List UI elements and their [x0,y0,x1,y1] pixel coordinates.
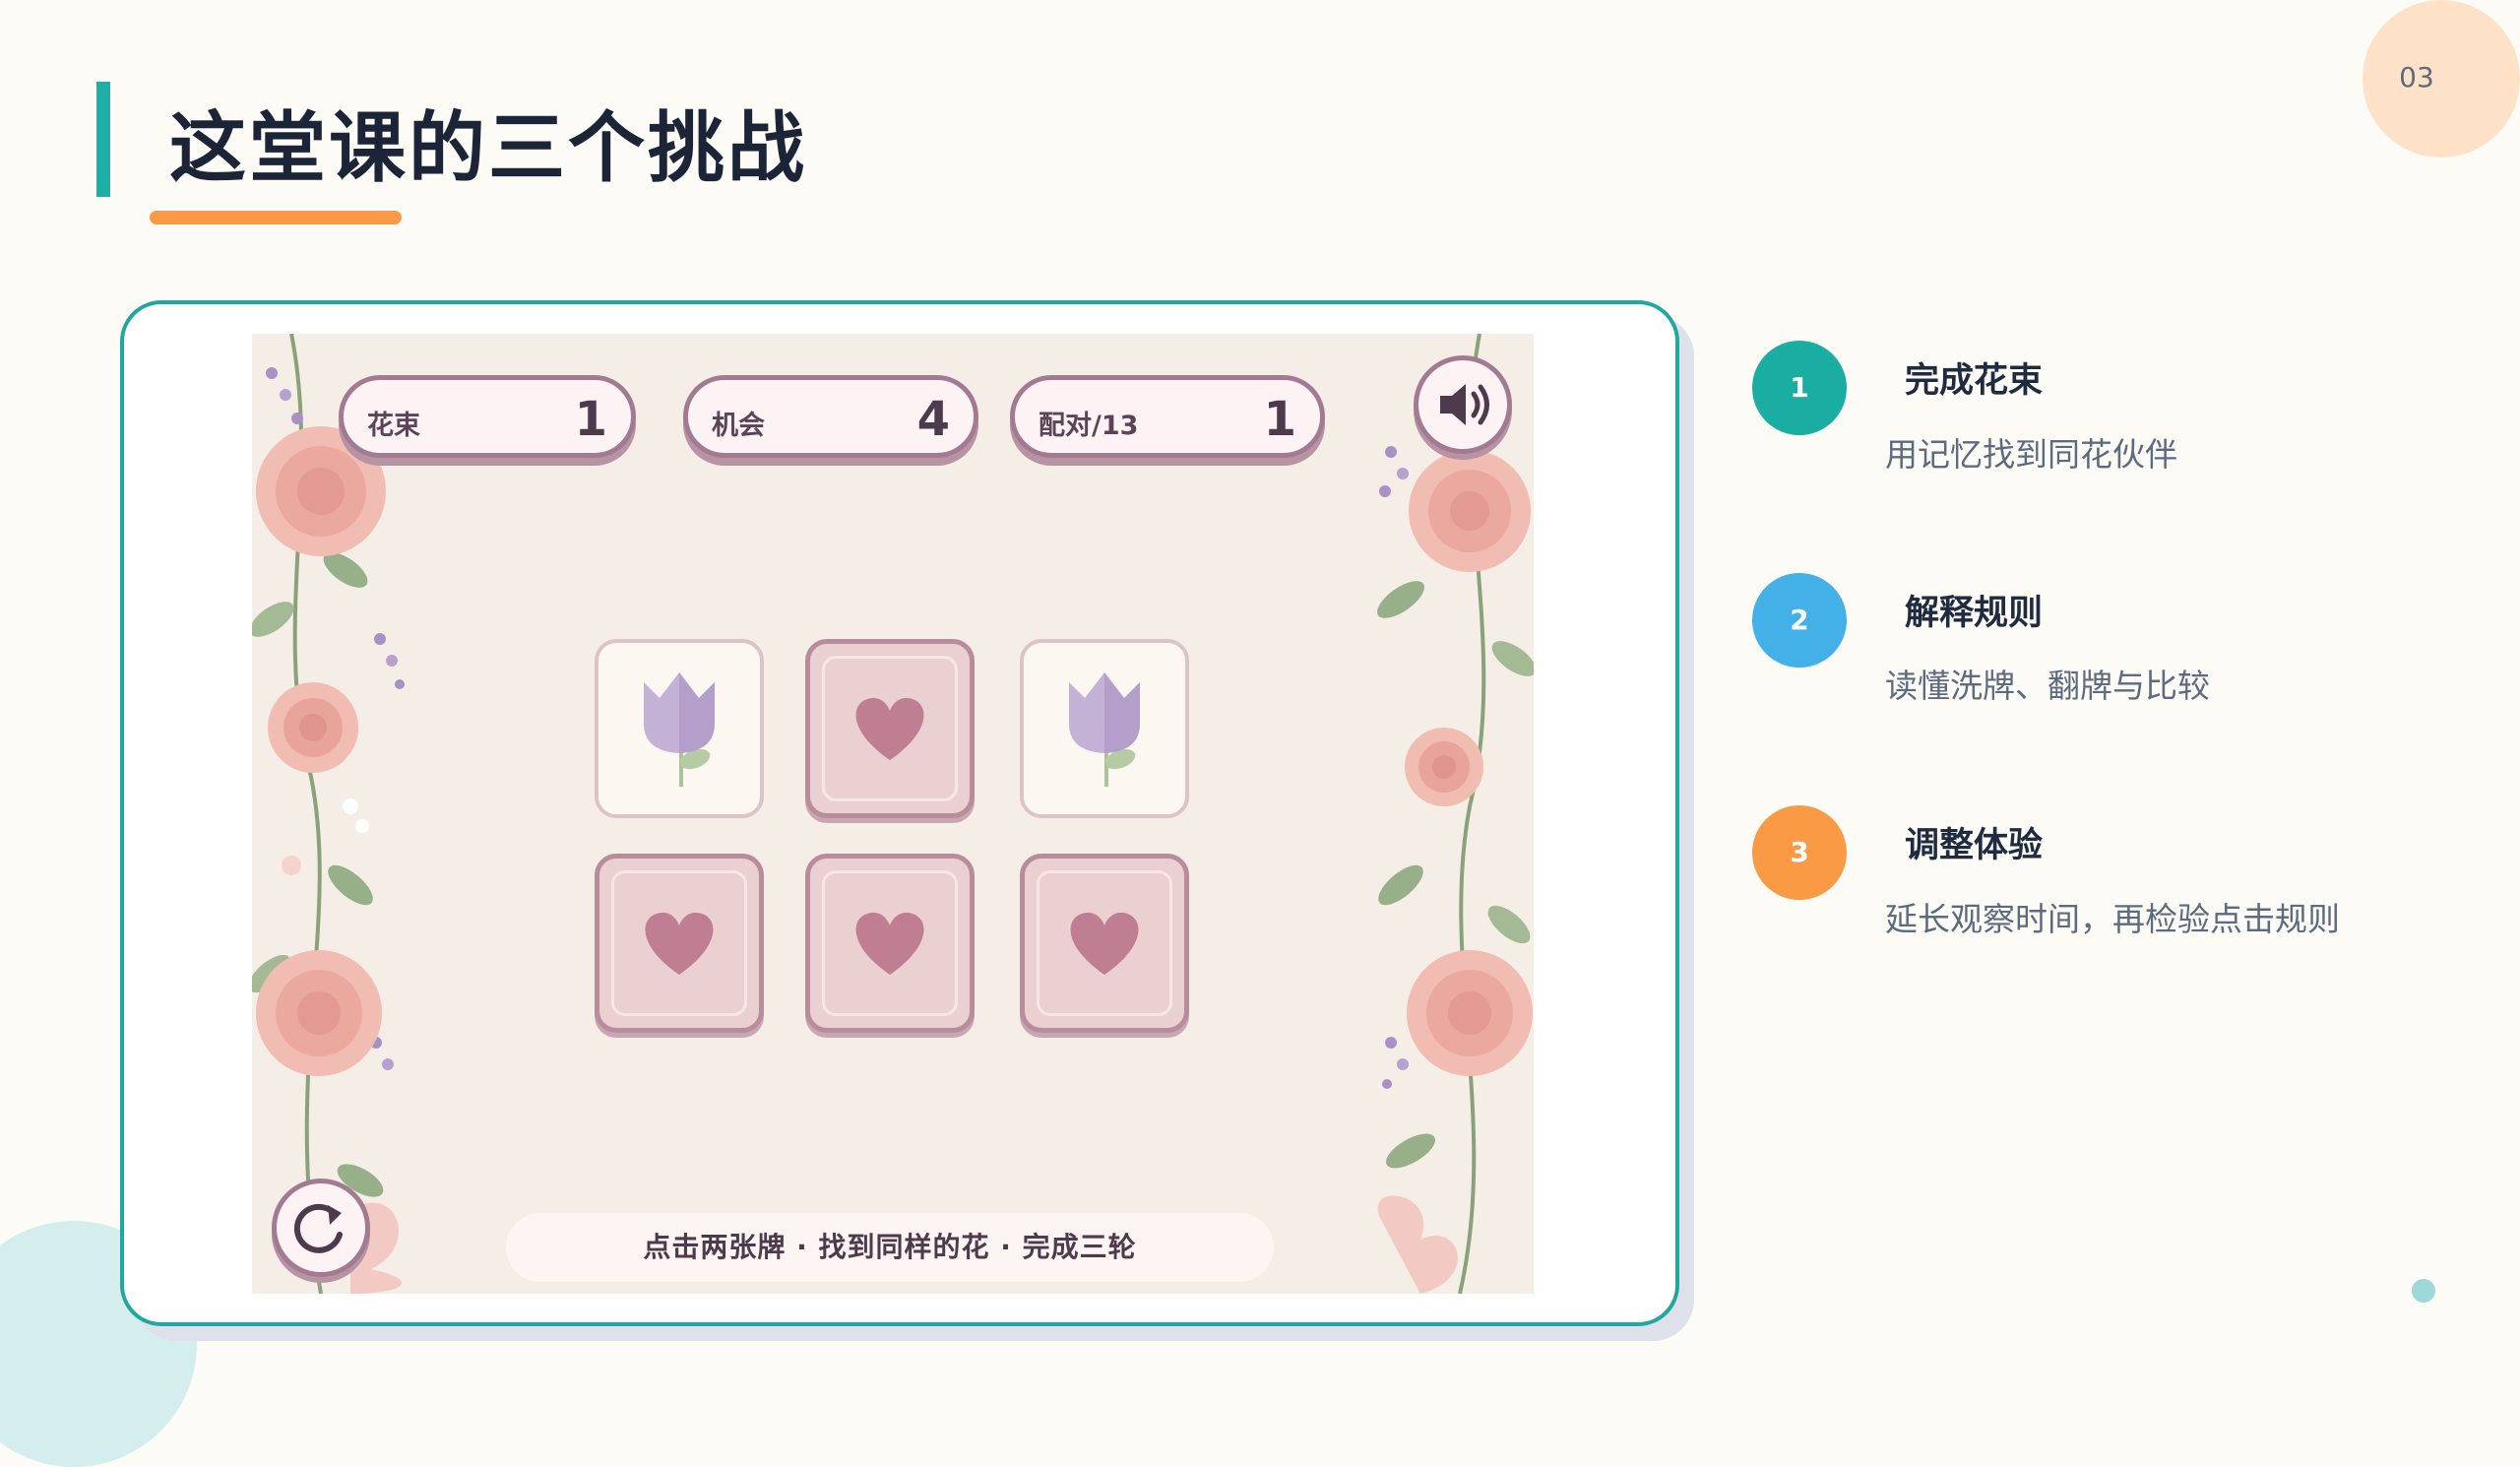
page-number: 03 [2399,61,2434,94]
challenge-title-1: 完成花束 [1905,361,2044,401]
stat-pairs-label: 配对/13 [1039,411,1139,441]
memory-card-face-down[interactable] [1020,854,1189,1033]
heart-icon [855,912,924,975]
challenge-number-2: 2 [1752,573,1847,668]
challenge-desc-1: 用记忆找到同花伙伴 [1885,435,2177,474]
stat-pairs: 配对/13 1 [1010,375,1325,458]
stat-bouquets-label: 花束 [367,411,420,441]
floral-border-right [1377,334,1534,1294]
stat-pairs-value: 1 [1263,392,1296,447]
stat-bouquets: 花束 1 [339,375,636,458]
heart-icon [855,697,924,760]
tulip-icon [644,672,715,787]
restart-icon [293,1203,343,1253]
restart-button[interactable] [272,1179,370,1277]
challenge-number-1: 1 [1752,341,1847,435]
challenge-title-3: 调整体验 [1905,826,2044,865]
challenge-number-3: 3 [1752,805,1847,900]
stat-chances-label: 机会 [712,411,765,441]
memory-card-face-down[interactable] [805,639,975,818]
slide-title: 这堂课的三个挑战 [169,104,808,193]
memory-card-face-up[interactable] [595,639,764,818]
stat-chances-value: 4 [916,392,950,447]
stat-bouquets-value: 1 [574,392,607,447]
memory-card-face-down[interactable] [595,854,764,1033]
heart-icon [645,912,714,975]
speaker-icon [1440,384,1489,425]
memory-game: 花束 1 机会 4 配对/13 1 点击两张牌 · 找到同样的花 · 完成三轮 [252,334,1534,1294]
floral-border-left [252,334,405,1294]
sound-button[interactable] [1414,355,1512,454]
memory-card-face-down[interactable] [805,854,975,1033]
memory-card-face-up[interactable] [1020,639,1189,818]
title-underline [150,211,402,224]
tulip-icon [1069,672,1140,787]
game-hint-bar: 点击两张牌 · 找到同样的花 · 完成三轮 [506,1213,1274,1282]
decorative-dot [2412,1279,2435,1303]
heart-icon [1070,912,1139,975]
challenge-desc-3: 延长观察时间，再检验点击规则 [1885,900,2340,938]
title-accent-bar [96,82,110,197]
stat-chances: 机会 4 [683,375,978,458]
challenge-desc-2: 读懂洗牌、翻牌与比较 [1885,667,2210,705]
challenge-title-2: 解释规则 [1905,594,2044,633]
